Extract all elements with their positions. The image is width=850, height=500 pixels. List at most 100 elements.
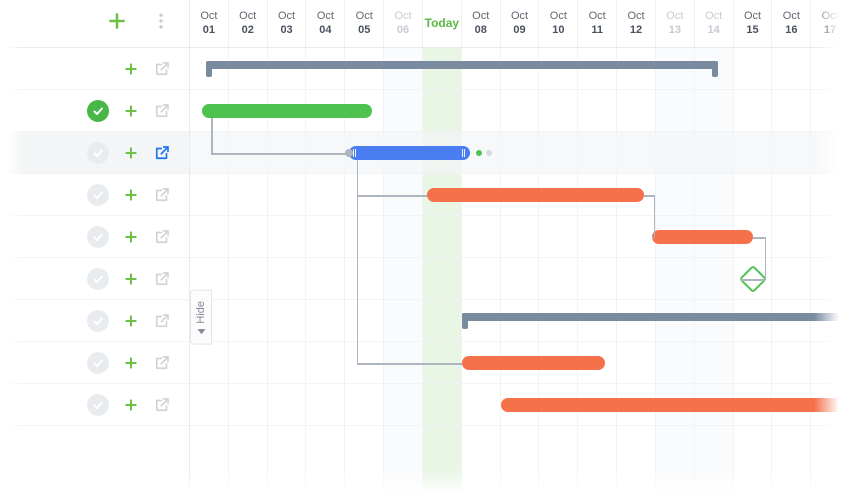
day-number: 09 xyxy=(513,24,525,38)
day-number: 11 xyxy=(591,24,603,38)
timeline-body[interactable] xyxy=(190,48,850,500)
day-header-14[interactable]: Oct14 xyxy=(695,0,734,47)
day-month: Oct xyxy=(356,10,373,24)
day-header-16[interactable]: Oct16 xyxy=(772,0,811,47)
triangle-left-icon xyxy=(197,329,205,334)
open-task-icon[interactable] xyxy=(153,396,171,414)
dependency-line xyxy=(357,363,462,365)
add-subtask-button[interactable] xyxy=(123,313,139,329)
task-row[interactable] xyxy=(0,90,189,132)
add-subtask-button[interactable] xyxy=(123,103,139,119)
task-row[interactable] xyxy=(0,258,189,300)
open-task-icon[interactable] xyxy=(153,270,171,288)
check-pending-icon[interactable] xyxy=(87,352,109,374)
task-row[interactable] xyxy=(0,216,189,258)
open-task-icon[interactable] xyxy=(153,144,171,162)
task-bar[interactable] xyxy=(202,104,373,118)
day-number: 16 xyxy=(785,24,797,38)
check-done-icon[interactable] xyxy=(87,100,109,122)
check-pending-icon[interactable] xyxy=(87,142,109,164)
hide-label: Hide xyxy=(195,301,207,324)
task-row[interactable] xyxy=(0,174,189,216)
day-month: Oct xyxy=(783,10,800,24)
day-month: Oct xyxy=(705,10,722,24)
resize-handle-right[interactable] xyxy=(462,149,466,157)
task-row[interactable] xyxy=(0,48,189,90)
day-header-06[interactable]: Oct06 xyxy=(384,0,423,47)
check-pending-icon[interactable] xyxy=(87,310,109,332)
day-month: Oct xyxy=(278,10,295,24)
task-bar[interactable] xyxy=(349,146,469,160)
add-subtask-button[interactable] xyxy=(123,355,139,371)
hide-sidebar-button[interactable]: Hide xyxy=(190,290,212,345)
day-number: 06 xyxy=(397,24,409,38)
add-subtask-button[interactable] xyxy=(123,397,139,413)
day-month: Oct xyxy=(589,10,606,24)
check-pending-icon[interactable] xyxy=(87,394,109,416)
day-month: Oct xyxy=(744,10,761,24)
day-header-01[interactable]: Oct01 xyxy=(190,0,229,47)
day-number: 12 xyxy=(630,24,642,38)
open-task-icon[interactable] xyxy=(153,312,171,330)
open-task-icon[interactable] xyxy=(153,228,171,246)
more-menu-button[interactable] xyxy=(151,11,171,36)
dependency-line xyxy=(765,237,767,279)
day-month: Oct xyxy=(317,10,334,24)
day-month: Oct xyxy=(822,10,839,24)
open-task-icon[interactable] xyxy=(153,354,171,372)
day-number: 17 xyxy=(824,24,836,38)
gantt-chart-layer xyxy=(190,48,850,500)
day-header-12[interactable]: Oct12 xyxy=(617,0,656,47)
task-row[interactable] xyxy=(0,384,189,426)
task-list-header xyxy=(0,0,189,48)
day-header-11[interactable]: Oct11 xyxy=(578,0,617,47)
day-month: Oct xyxy=(200,10,217,24)
day-header-02[interactable]: Oct02 xyxy=(229,0,268,47)
open-task-icon[interactable] xyxy=(153,102,171,120)
add-subtask-button[interactable] xyxy=(123,61,139,77)
task-row[interactable] xyxy=(0,132,189,174)
add-task-button[interactable] xyxy=(107,11,127,36)
day-header-05[interactable]: Oct05 xyxy=(345,0,384,47)
day-header-15[interactable]: Oct15 xyxy=(734,0,773,47)
day-number: 02 xyxy=(242,24,254,38)
dependency-line xyxy=(644,195,654,197)
day-header-08[interactable]: Oct08 xyxy=(462,0,501,47)
day-header-07[interactable]: Oct07 xyxy=(423,0,462,47)
day-number: 05 xyxy=(358,24,370,38)
day-header-17[interactable]: Oct17 xyxy=(811,0,850,47)
task-bar[interactable] xyxy=(652,230,753,244)
task-row[interactable] xyxy=(0,300,189,342)
open-task-icon[interactable] xyxy=(153,60,171,78)
check-pending-icon[interactable] xyxy=(87,184,109,206)
day-month: Oct xyxy=(627,10,644,24)
day-header-10[interactable]: Oct10 xyxy=(539,0,578,47)
day-month: Oct xyxy=(511,10,528,24)
task-row[interactable] xyxy=(0,342,189,384)
task-bar[interactable] xyxy=(462,356,606,370)
check-pending-icon[interactable] xyxy=(87,226,109,248)
summary-bar[interactable] xyxy=(462,313,850,321)
day-number: 15 xyxy=(746,24,758,38)
timeline-header: Oct01Oct02Oct03Oct04Oct05Oct06Oct07Oct08… xyxy=(190,0,850,48)
day-number: 08 xyxy=(475,24,487,38)
day-month: Oct xyxy=(472,10,489,24)
resize-handle-left[interactable] xyxy=(353,149,357,157)
dependency-line xyxy=(211,118,213,153)
day-header-13[interactable]: Oct13 xyxy=(656,0,695,47)
day-number: 03 xyxy=(280,24,292,38)
check-pending-icon[interactable] xyxy=(87,268,109,290)
task-bar[interactable] xyxy=(501,398,850,412)
open-task-icon[interactable] xyxy=(153,186,171,204)
add-subtask-button[interactable] xyxy=(123,187,139,203)
task-bar[interactable] xyxy=(427,188,644,202)
day-header-03[interactable]: Oct03 xyxy=(268,0,307,47)
add-subtask-button[interactable] xyxy=(123,271,139,287)
add-subtask-button[interactable] xyxy=(123,229,139,245)
summary-bar[interactable] xyxy=(206,61,718,69)
day-month: Oct xyxy=(394,10,411,24)
day-header-04[interactable]: Oct04 xyxy=(306,0,345,47)
day-number: 04 xyxy=(319,24,331,38)
day-header-09[interactable]: Oct09 xyxy=(501,0,540,47)
add-subtask-button[interactable] xyxy=(123,145,139,161)
